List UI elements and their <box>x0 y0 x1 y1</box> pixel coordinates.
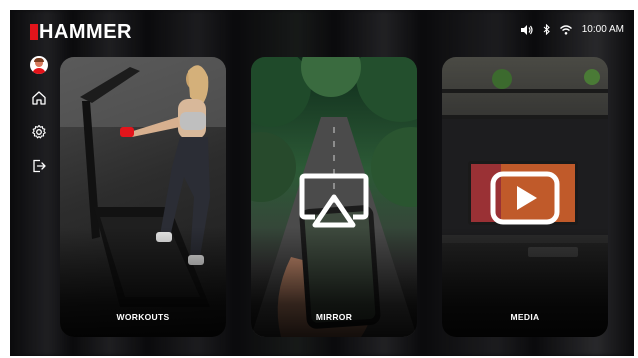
brand-name: HAMMER <box>39 21 132 43</box>
mirror-label: MIRROR <box>315 312 353 322</box>
home-button[interactable] <box>29 88 49 108</box>
play-icon <box>490 171 560 225</box>
sidebar <box>28 56 50 176</box>
status-bar: 10:00 AM <box>520 24 624 35</box>
media-label: MEDIA <box>510 312 540 322</box>
home-icon <box>32 91 46 105</box>
brand-logo: HAMMER <box>30 21 132 43</box>
volume-icon[interactable] <box>520 24 533 35</box>
clock-time: 10:00 AM <box>581 24 624 35</box>
media-card[interactable]: MEDIA <box>442 57 608 337</box>
logout-button[interactable] <box>29 156 49 176</box>
wifi-icon[interactable] <box>559 24 572 35</box>
workouts-card[interactable]: WORKOUTS <box>60 57 226 337</box>
logo-mark <box>30 24 38 40</box>
mirror-card[interactable]: MIRROR <box>251 57 417 337</box>
settings-button[interactable] <box>29 122 49 142</box>
bluetooth-icon[interactable] <box>543 24 550 35</box>
logout-icon <box>33 159 46 173</box>
app-screen: HAMMER 10:00 AM WORKOUTS MIRROR MEDIA <box>10 10 634 356</box>
gear-icon <box>32 124 46 139</box>
airplay-icon <box>299 173 369 228</box>
avatar[interactable] <box>30 56 48 74</box>
workouts-label: WORKOUTS <box>116 312 170 322</box>
